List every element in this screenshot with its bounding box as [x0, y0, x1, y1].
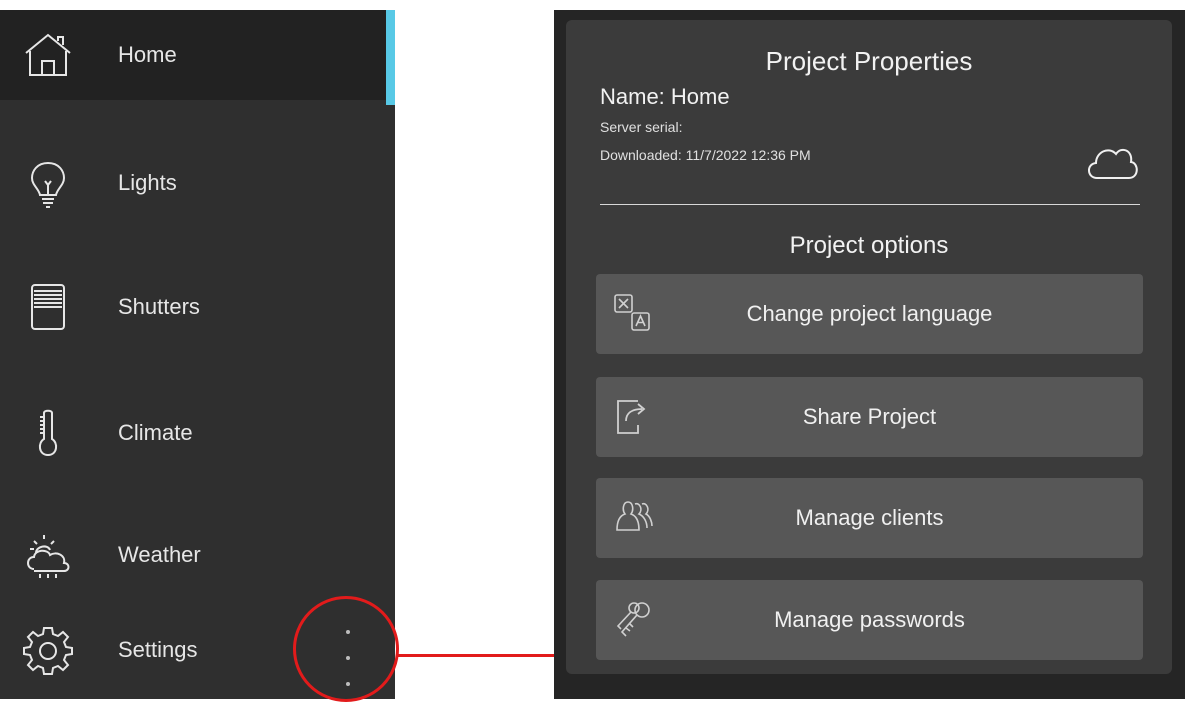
- sidebar-item-label: Lights: [118, 170, 177, 195]
- sidebar-item-climate[interactable]: Climate: [0, 388, 386, 478]
- sidebar-item-weather[interactable]: Weather: [0, 510, 386, 600]
- thermometer-icon: [22, 407, 74, 459]
- home-icon: [22, 29, 74, 81]
- gear-icon: [22, 624, 74, 676]
- panel-title: Project Properties: [765, 46, 973, 76]
- button-label: Manage clients: [795, 505, 944, 530]
- button-label: Share Project: [802, 404, 937, 429]
- server-serial: Server serial:: [600, 119, 683, 135]
- divider: [600, 204, 1140, 205]
- sidebar-item-label: Weather: [118, 542, 201, 567]
- change-language-button[interactable]: Change project language: [596, 274, 1143, 354]
- active-indicator: [386, 10, 395, 105]
- manage-clients-button[interactable]: Manage clients: [596, 478, 1143, 558]
- cloud-icon[interactable]: [1083, 138, 1141, 184]
- sidebar-item-shutters[interactable]: Shutters: [0, 262, 386, 352]
- button-label: Change project language: [746, 301, 993, 326]
- weather-icon: [22, 529, 74, 581]
- sidebar: Home Lights Shutters Climate Weather Set…: [0, 10, 395, 699]
- sidebar-item-home[interactable]: Home: [0, 10, 386, 100]
- shutters-icon: [22, 281, 74, 333]
- project-name: Name: Home: [600, 84, 730, 109]
- highlight-circle: [293, 596, 399, 702]
- sidebar-item-label: Home: [118, 42, 177, 67]
- lightbulb-icon: [22, 157, 74, 209]
- sidebar-item-lights[interactable]: Lights: [0, 138, 386, 228]
- share-project-button[interactable]: Share Project: [596, 377, 1143, 457]
- sidebar-item-label: Climate: [118, 420, 193, 445]
- sidebar-item-label: Settings: [118, 637, 198, 662]
- button-label: Manage passwords: [774, 607, 965, 632]
- sidebar-item-label: Shutters: [118, 294, 200, 319]
- project-properties-panel: Project Properties Name: Home Server ser…: [566, 20, 1172, 674]
- manage-passwords-button[interactable]: Manage passwords: [596, 580, 1143, 660]
- highlight-connector: [398, 654, 554, 657]
- options-title: Project options: [789, 232, 949, 259]
- downloaded-date: Downloaded: 11/7/2022 12:36 PM: [600, 147, 811, 163]
